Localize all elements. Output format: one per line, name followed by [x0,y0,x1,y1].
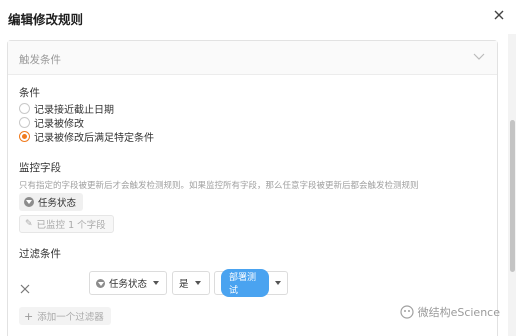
radio-modified[interactable]: 记录被修改 [19,116,84,130]
caret-down-icon [153,281,160,285]
radio-modified-with-condition[interactable]: 记录被修改后满足特定条件 [19,130,154,144]
pencil-icon: ✎ [25,219,33,229]
edit-monitored-fields-button[interactable]: ✎ 已监控 1 个字段 [19,215,114,233]
close-icon[interactable] [492,8,506,22]
watermark: 微结构eScience [399,304,500,320]
filter-conditions-label: 过滤条件 [19,248,61,260]
caret-down-icon [275,281,281,285]
filter-operator-value: 是 [179,279,189,290]
condition-label: 条件 [19,87,40,99]
remove-filter-icon[interactable] [20,284,30,294]
radio-button[interactable] [19,117,30,128]
radio-label: 记录被修改 [34,119,84,130]
filter-value-select[interactable]: 部署测试 [214,269,288,297]
monitored-field-chip[interactable]: 任务状态 [19,193,84,211]
monitored-count-label: 已监控 1 个字段 [36,220,106,231]
radio-button-checked[interactable] [19,131,30,142]
scrollbar-thumb[interactable] [510,120,515,272]
monitored-field-name: 任务状态 [38,198,77,209]
dropdown-field-icon [24,197,34,207]
radio-near-deadline[interactable]: 记录接近截止日期 [19,102,114,116]
plus-icon: + [24,309,34,323]
dialog-title: 编辑修改规则 [8,12,84,27]
watermark-text: 微结构eScience [417,306,500,319]
dropdown-field-icon [96,278,105,288]
filter-field-value: 任务状态 [109,279,148,290]
wechat-logo-icon [399,305,414,319]
trigger-panel-title: 触发条件 [19,54,61,66]
filter-operator-select[interactable]: 是 [172,271,210,295]
radio-label: 记录被修改后满足特定条件 [34,133,154,144]
trigger-panel: 触发条件 条件 记录接近截止日期 记录被修改 记录被修改后满足特定条件 监控字段… [7,40,498,336]
filter-value-tag: 部署测试 [221,269,269,297]
monitor-fields-hint: 只有指定的字段被更新后才会触发检测规则。如果监控所有字段，那么任意字段被更新后都… [19,181,419,191]
dialog-header: 编辑修改规则 [0,0,516,34]
radio-label: 记录接近截止日期 [34,105,114,116]
caret-down-icon [194,281,201,285]
trigger-panel-header[interactable]: 触发条件 [8,41,497,75]
chevron-down-icon[interactable] [473,53,485,61]
scrollbar[interactable] [508,34,516,336]
dialog-body: 触发条件 条件 记录接近截止日期 记录被修改 记录被修改后满足特定条件 监控字段… [0,34,506,336]
monitor-fields-label: 监控字段 [19,162,61,174]
add-filter-label: 添加一个过滤器 [37,312,104,323]
filter-field-select[interactable]: 任务状态 [89,271,167,295]
radio-button[interactable] [19,103,30,114]
add-filter-button[interactable]: + 添加一个过滤器 [19,307,111,325]
